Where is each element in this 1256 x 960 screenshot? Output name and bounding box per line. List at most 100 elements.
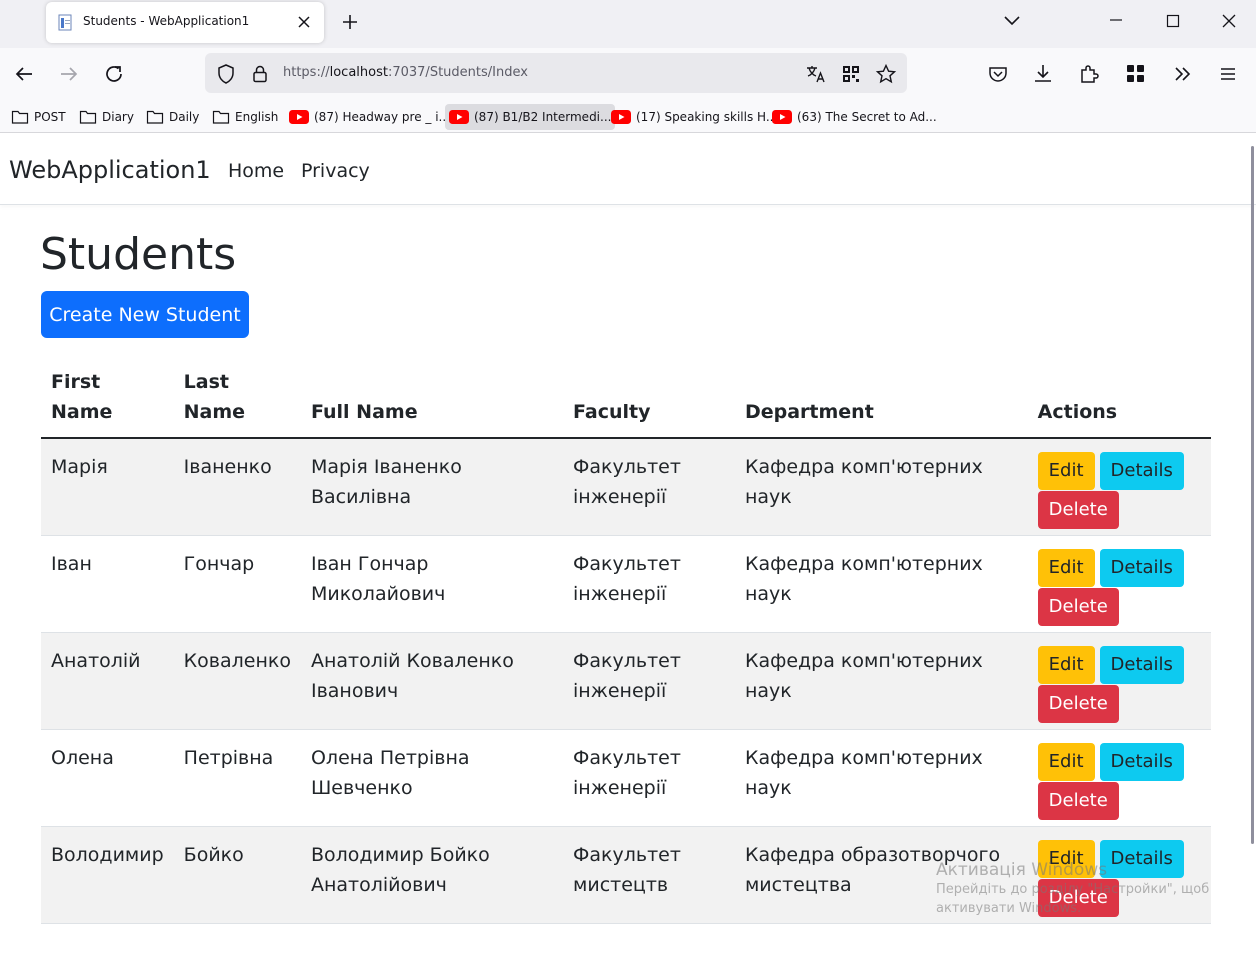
details-button[interactable]: Details	[1099, 548, 1184, 587]
column-header-last-name-line2: Name	[183, 401, 246, 423]
bookmark-label: (87) Headway pre _ i...	[314, 110, 450, 124]
cell-last-name: Петрівна	[173, 729, 301, 827]
edit-button[interactable]: Edit	[1037, 742, 1095, 781]
download-icon[interactable]	[1029, 60, 1057, 88]
site-brand[interactable]: WebApplication1	[9, 156, 211, 184]
puzzle-icon[interactable]	[1075, 60, 1103, 88]
bookmark-youtube-secret[interactable]: (63) The Secret to Ad...	[768, 104, 941, 130]
youtube-icon	[289, 110, 309, 124]
create-new-student-button[interactable]: Create New Student	[41, 291, 249, 338]
delete-button[interactable]: Delete	[1037, 491, 1119, 529]
edit-button[interactable]: Edit	[1037, 452, 1095, 490]
delete-button[interactable]: Delete	[1037, 684, 1119, 723]
url-bar[interactable]: https://localhost:7037/Students/Index	[205, 53, 907, 93]
shield-icon[interactable]	[215, 63, 237, 85]
close-icon[interactable]	[294, 12, 314, 32]
bookmark-folder-post[interactable]: POST	[7, 104, 70, 130]
column-header-last-name-line1: Last	[183, 371, 229, 393]
column-header-actions: Actions	[1027, 366, 1211, 439]
youtube-icon	[449, 110, 469, 124]
edit-button[interactable]: Edit	[1037, 645, 1095, 684]
bookmark-label: (87) B1/B2 Intermedi...	[474, 110, 612, 124]
bookmarks-toolbar: POST Diary Daily English (87) Headway pr…	[0, 100, 1256, 133]
details-button[interactable]: Details	[1099, 452, 1184, 490]
nav-link-privacy[interactable]: Privacy	[301, 160, 370, 182]
url-path: :7037/Students/Index	[387, 65, 528, 80]
students-table: First Name Last Name Full Name Faculty De…	[41, 366, 1211, 924]
youtube-icon	[772, 110, 792, 124]
site-navbar: WebApplication1 Home Privacy	[0, 134, 1256, 205]
cell-full-name: Володимир Бойко Анатолійович	[300, 826, 564, 924]
details-button[interactable]: Details	[1099, 742, 1184, 781]
browser-tab-bar: Students - WebApplication1	[0, 0, 1256, 48]
minimize-icon[interactable]	[1101, 8, 1131, 34]
delete-button[interactable]: Delete	[1037, 878, 1119, 917]
bookmark-youtube-headway[interactable]: (87) Headway pre _ i...	[285, 104, 454, 130]
cell-first-name: Іван	[41, 535, 174, 633]
double-chevron-icon[interactable]	[1169, 60, 1197, 88]
bookmark-youtube-b1b2[interactable]: (87) B1/B2 Intermedi...	[445, 104, 616, 130]
bookmark-label: English	[235, 110, 279, 124]
details-button[interactable]: Details	[1099, 645, 1184, 684]
qr-code-icon[interactable]	[840, 63, 862, 85]
bookmark-youtube-speaking[interactable]: (17) Speaking skills H...	[607, 104, 781, 130]
browser-tab-active[interactable]: Students - WebApplication1	[46, 2, 324, 43]
star-icon[interactable]	[875, 63, 897, 85]
apps-icon[interactable]	[1122, 60, 1150, 88]
delete-button[interactable]: Delete	[1037, 587, 1119, 626]
cell-faculty: Факультет інженерії	[563, 438, 735, 536]
browser-toolbar: https://localhost:7037/Students/Index	[0, 48, 1256, 100]
reload-icon[interactable]	[100, 60, 128, 88]
cell-department: Кафедра образотворчого мистецтва	[734, 826, 1028, 924]
cell-faculty: Факультет інженерії	[563, 729, 735, 827]
bookmark-label: Daily	[169, 110, 200, 124]
cell-first-name: Марія	[41, 438, 174, 536]
page-viewport: WebApplication1 Home Privacy Students Cr…	[0, 134, 1256, 960]
column-header-last-name: Last Name	[173, 366, 301, 439]
bookmark-folder-daily[interactable]: Daily	[142, 104, 203, 130]
table-row: Олена Петрівна Олена Петрівна Шевченко Ф…	[41, 729, 1211, 827]
column-header-first-name: First Name	[41, 366, 174, 439]
cell-actions: Edit Details Delete	[1027, 729, 1211, 827]
delete-button[interactable]: Delete	[1037, 781, 1119, 820]
nav-link-home[interactable]: Home	[228, 160, 284, 182]
cell-first-name: Анатолій	[41, 632, 174, 730]
bookmark-label: (17) Speaking skills H...	[636, 110, 778, 124]
table-header-row: First Name Last Name Full Name Faculty De…	[41, 366, 1211, 439]
page-title: Students	[40, 229, 237, 280]
column-header-full-name: Full Name	[300, 366, 564, 439]
maximize-icon[interactable]	[1158, 8, 1188, 34]
window-close-icon[interactable]	[1214, 8, 1244, 34]
cell-department: Кафедра комп'ютерних наук	[734, 729, 1028, 827]
folder-icon	[146, 110, 164, 124]
cell-last-name: Коваленко	[173, 632, 301, 730]
cell-full-name: Марія Іваненко Василівна	[300, 438, 564, 536]
page-scrollbar[interactable]	[1251, 146, 1254, 844]
cell-department: Кафедра комп'ютерних наук	[734, 438, 1028, 536]
cell-full-name: Анатолій Коваленко Іванович	[300, 632, 564, 730]
column-header-faculty: Faculty	[563, 366, 735, 439]
table-row: Володимир Бойко Володимир Бойко Анатолій…	[41, 826, 1211, 924]
lock-icon[interactable]	[249, 63, 271, 85]
edit-button[interactable]: Edit	[1037, 839, 1095, 878]
bookmark-folder-english[interactable]: English	[208, 104, 282, 130]
back-arrow-icon[interactable]	[10, 60, 38, 88]
cell-last-name: Іваненко	[173, 438, 301, 536]
bookmark-folder-diary[interactable]: Diary	[75, 104, 138, 130]
url-prefix: https://	[283, 65, 330, 80]
bookmark-label: POST	[34, 110, 66, 124]
bookmark-label: (63) The Secret to Ad...	[797, 110, 937, 124]
pocket-icon[interactable]	[984, 60, 1012, 88]
cell-actions: Edit Details Delete	[1027, 632, 1211, 730]
folder-icon	[212, 110, 230, 124]
edit-button[interactable]: Edit	[1037, 548, 1095, 587]
forward-arrow-icon[interactable]	[55, 60, 83, 88]
cell-actions: Edit Details Delete	[1027, 438, 1211, 536]
cell-department: Кафедра комп'ютерних наук	[734, 535, 1028, 633]
plus-icon[interactable]	[338, 10, 362, 34]
translate-icon[interactable]	[805, 63, 827, 85]
chevron-down-icon[interactable]	[997, 8, 1027, 34]
cell-last-name: Бойко	[173, 826, 301, 924]
details-button[interactable]: Details	[1099, 839, 1184, 878]
hamburger-icon[interactable]	[1214, 60, 1242, 88]
